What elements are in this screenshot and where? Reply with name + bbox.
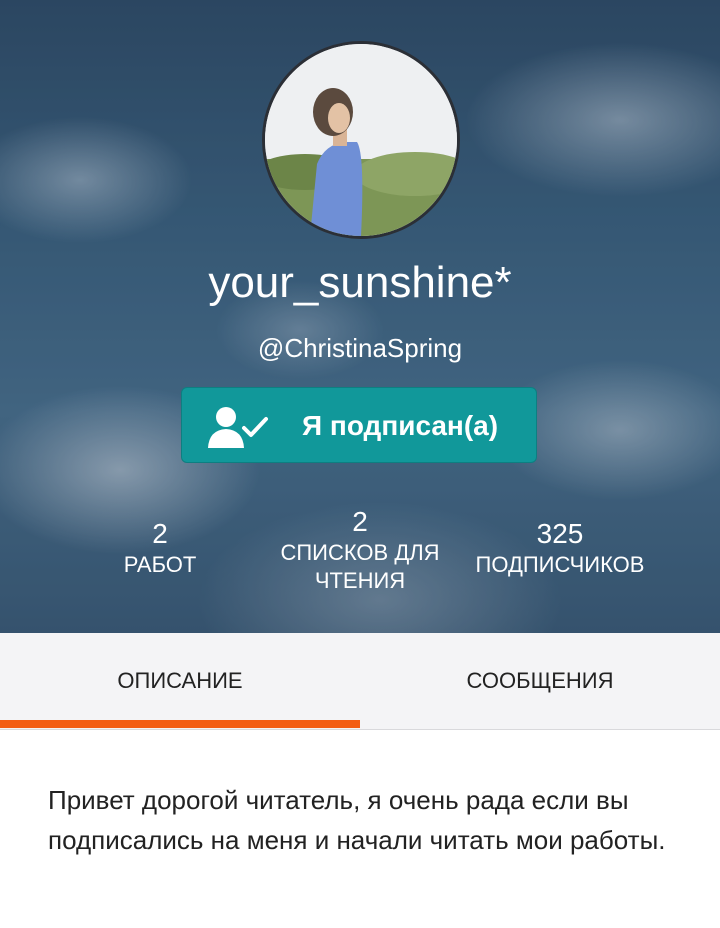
stat-works-label: РАБОТ <box>123 552 197 577</box>
stat-works-value: 2 <box>152 518 168 549</box>
stat-reading-lists[interactable]: 2 СПИСКОВ ДЛЯ ЧТЕНИЯ <box>260 505 460 595</box>
profile-handle: @ChristinaSpring <box>257 333 463 363</box>
stat-reading-lists-value: 2 <box>352 506 368 537</box>
active-tab-indicator <box>0 720 360 728</box>
tab-messages[interactable]: СООБЩЕНИЯ <box>360 633 720 729</box>
follow-button[interactable]: Я подписан(а) <box>181 387 537 463</box>
profile-header: your_sunshine* @ChristinaSpring Я подпис… <box>0 0 720 633</box>
profile-description: Привет дорогой читатель, я очень рада ес… <box>48 785 666 855</box>
follow-button-label: Я подписан(а) <box>302 410 499 441</box>
stat-reading-lists-label: СПИСКОВ ДЛЯ ЧТЕНИЯ <box>280 540 440 593</box>
stat-works[interactable]: 2 РАБОТ <box>80 517 240 579</box>
profile-tabs: ОПИСАНИЕ СООБЩЕНИЯ <box>0 633 720 730</box>
stat-followers-label: ПОДПИСЧИКОВ <box>475 552 645 577</box>
user-check-icon <box>208 406 270 448</box>
stat-followers[interactable]: 325 ПОДПИСЧИКОВ <box>460 517 660 579</box>
tab-description[interactable]: ОПИСАНИЕ <box>0 633 360 729</box>
profile-username: your_sunshine* <box>208 258 512 307</box>
avatar[interactable] <box>262 41 460 239</box>
stat-followers-value: 325 <box>536 518 584 549</box>
